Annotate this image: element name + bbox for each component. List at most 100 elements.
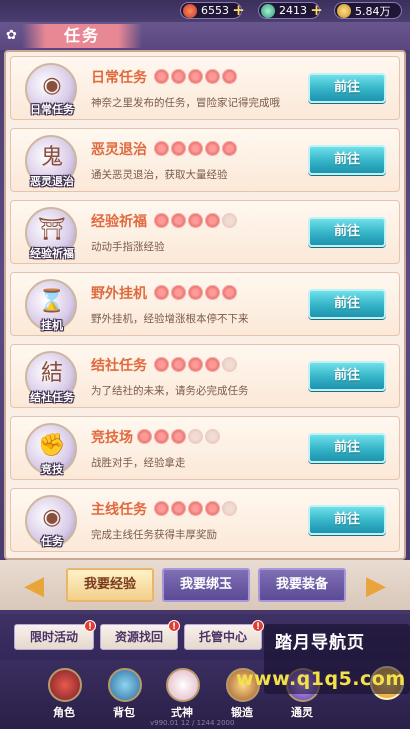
hourglass-icon: ⌛ 挂机 (25, 279, 77, 332)
badge-label: 挂机 (41, 319, 63, 332)
badge-label: 结社任务 (30, 391, 74, 404)
sakura-flower-icon (154, 213, 169, 228)
sakura-flower-icon (171, 213, 186, 228)
sakura-flower-icon (188, 501, 203, 516)
sakura-flower-icon (188, 285, 203, 300)
jade-icon (261, 3, 275, 18)
go-button[interactable]: 前往 (308, 505, 386, 535)
limited-event-alert: ! (84, 620, 96, 632)
go-button[interactable]: 前往 (308, 289, 386, 319)
fox-mask-icon (166, 668, 200, 702)
version-text: v990.01 12 / 1244 2000 (150, 719, 235, 727)
badge-glyph: 結 (40, 361, 63, 386)
go-button[interactable]: 前往 (308, 361, 386, 391)
sakura-flower-icon (205, 357, 220, 372)
dock-shikigami[interactable]: 式神 (158, 668, 206, 724)
tab-jade[interactable]: 我要绑玉 (162, 568, 250, 602)
resource-coin: 5.84万 (334, 2, 402, 19)
sakura-flower-icon (188, 213, 203, 228)
category-tabs: ◀ 我要经验 我要绑玉 我要装备 ▶ (0, 560, 410, 610)
sakura-flower-icon (188, 357, 203, 372)
sakura-flower-icon (205, 69, 220, 84)
dock-character[interactable]: 角色 (40, 668, 88, 724)
torii-gate-icon: ⛩ 经验祈福 (25, 207, 77, 260)
sakura-flower-icon (154, 357, 169, 372)
prev-arrow-icon[interactable]: ◀ (22, 572, 46, 600)
task-name: 经验祈福 (91, 214, 147, 230)
coin-icon (337, 3, 351, 18)
add-jade-button[interactable]: + (308, 2, 325, 19)
task-row: 結结社任务 结社任务 为了结社的未来，请务必完成任务 前往 (10, 344, 400, 408)
sakura-flower-icon (171, 69, 186, 84)
go-button[interactable]: 前往 (308, 73, 386, 103)
fire-orb-icon (183, 3, 197, 18)
difficulty-rating (137, 429, 220, 444)
guild-lantern-icon: 結结社任务 (25, 351, 77, 404)
exp-demon-icon: 鬼恶灵退治 (25, 135, 77, 188)
resource-recover-button[interactable]: 资源找回 (100, 624, 178, 650)
next-arrow-icon[interactable]: ▶ (364, 572, 388, 600)
sakura-flower-icon (171, 285, 186, 300)
task-description: 神奈之里发布的任务，冒险家记得完成哦 (91, 97, 280, 109)
menu-icon[interactable]: ✿ (6, 28, 20, 43)
dock-bag[interactable]: 背包 (100, 668, 148, 724)
go-button[interactable]: 前往 (308, 217, 386, 247)
sakura-flower-icon (154, 141, 169, 156)
go-button[interactable]: 前往 (308, 433, 386, 463)
tab-exp[interactable]: 我要经验 (66, 568, 154, 602)
task-name: 结社任务 (91, 358, 147, 374)
badge-label: 任务 (41, 535, 63, 548)
tab-equipment[interactable]: 我要装备 (258, 568, 346, 602)
resource-fire: 6553 + (180, 2, 245, 19)
difficulty-rating (154, 141, 237, 156)
badge-label: 日常任务 (30, 103, 74, 116)
watermark-title: 踏月导航页 (275, 633, 365, 653)
task-description: 战胜对手，经验拿走 (91, 457, 186, 469)
difficulty-rating (154, 357, 237, 372)
task-description: 野外挂机，经验增涨根本停不下来 (91, 313, 249, 325)
sakura-flower-icon (222, 357, 237, 372)
task-description: 为了结社的未来，请务必完成任务 (91, 385, 249, 397)
sakura-flower-icon (222, 141, 237, 156)
task-description: 动动手指涨经验 (91, 241, 165, 253)
sakura-flower-icon (205, 429, 220, 444)
task-row: ⌛ 挂机 野外挂机野外挂机，经验增涨根本停不下来 前往 (10, 272, 400, 336)
arena-glove-icon: ✊ 竞技 (25, 423, 77, 476)
sakura-flower-icon (154, 69, 169, 84)
add-fire-button[interactable]: + (230, 2, 247, 19)
helmet-icon (48, 668, 82, 702)
sakura-flower-icon (188, 141, 203, 156)
task-row: 鬼恶灵退治 恶灵退治 通关恶灵退治，获取大量经验 前往 (10, 128, 400, 192)
bag-icon (108, 668, 142, 702)
task-row: ◉ 日常任务 日常任务 神奈之里发布的任务，冒险家记得完成哦 前往 (10, 56, 400, 120)
badge-glyph: ⛩ (38, 217, 66, 242)
badge-glyph: ◉ (42, 505, 62, 530)
badge-label: 恶灵退治 (30, 175, 74, 188)
sakura-flower-icon (154, 285, 169, 300)
badge-label: 竞技 (41, 463, 63, 476)
task-name: 野外挂机 (91, 286, 147, 302)
task-description: 完成主线任务获得丰厚奖励 (91, 529, 217, 541)
task-name: 恶灵退治 (91, 142, 147, 158)
task-row: ✊ 竞技 竞技场 战胜对手，经验拿走 前往 (10, 416, 400, 480)
limited-event-button[interactable]: 限时活动 (14, 624, 94, 650)
hosting-center-alert: ! (252, 620, 264, 632)
sakura-flower-icon (171, 429, 186, 444)
task-list[interactable]: ◉ 日常任务 日常任务 神奈之里发布的任务，冒险家记得完成哦 前往鬼恶灵退治 恶灵退治 通关… (4, 50, 406, 560)
sakura-flower-icon (171, 501, 186, 516)
sakura-flower-icon (188, 69, 203, 84)
resource-recover-alert: ! (168, 620, 180, 632)
task-row: ⛩ 经验祈福 经验祈福 动动手指涨经验 前往 (10, 200, 400, 264)
go-button[interactable]: 前往 (308, 145, 386, 175)
sakura-flower-icon (154, 429, 169, 444)
resource-coin-value: 5.84万 (355, 4, 391, 18)
sakura-flower-icon (222, 69, 237, 84)
difficulty-rating (154, 213, 237, 228)
sakura-flower-icon (171, 141, 186, 156)
hosting-center-button[interactable]: 托管中心 (184, 624, 262, 650)
badge-glyph: ⌛ (38, 289, 66, 314)
sakura-flower-icon (205, 501, 220, 516)
badge-label: 经验祈福 (30, 247, 74, 260)
resource-jade-value: 2413 (279, 4, 307, 17)
resource-fire-value: 6553 (201, 4, 229, 17)
